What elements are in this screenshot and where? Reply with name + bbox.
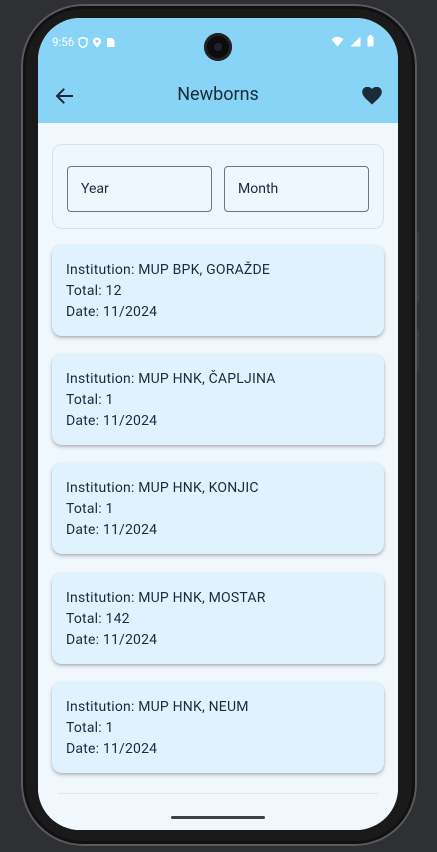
filter-card: [52, 144, 384, 229]
status-left-icons: [78, 36, 115, 48]
front-camera: [204, 33, 232, 61]
app-bar: Newborns: [38, 68, 398, 123]
signal-icon: [350, 36, 361, 46]
list-item[interactable]: Institution: MUP HNK, KONJIC Total: 1 Da…: [52, 463, 384, 554]
sim-icon: [107, 37, 115, 47]
total-label: Total: 1: [66, 392, 114, 408]
status-time-group: 9:56: [52, 35, 115, 49]
page-title: Newborns: [177, 84, 259, 105]
heart-icon: [362, 87, 382, 105]
wifi-icon: [331, 36, 344, 46]
list-item[interactable]: Institution: MUP HNK, MOSTAR Total: 142 …: [52, 573, 384, 664]
total-label: Total: 142: [66, 611, 130, 627]
list-item[interactable]: Institution: MUP BPK, GORAŽDE Total: 12 …: [52, 245, 384, 336]
date-label: Date: 11/2024: [66, 741, 158, 757]
date-label: Date: 11/2024: [66, 304, 158, 320]
institution-label: Institution: MUP HNK, ČAPLJINA: [66, 371, 276, 387]
battery-icon: [367, 35, 374, 47]
date-label: Date: 11/2024: [66, 413, 158, 429]
total-label: Total: 12: [66, 283, 122, 299]
location-icon: [93, 37, 102, 47]
list-item[interactable]: Institution: MUP HNK, NEUM Total: 1 Date…: [52, 682, 384, 773]
home-indicator[interactable]: [171, 816, 265, 819]
device-frame: 9:56 Newborns Year Month Institution: MU…: [0, 0, 437, 852]
date-label: Date: 11/2024: [66, 632, 158, 648]
year-field[interactable]: [67, 166, 212, 212]
list-item[interactable]: Institution: MUP HNK, ČAPLJINA Total: 1 …: [52, 354, 384, 445]
institution-label: Institution: MUP HNK, NEUM: [66, 699, 249, 715]
status-right-icons: [331, 35, 374, 47]
institution-label: Institution: MUP HNK, MOSTAR: [66, 590, 266, 606]
date-label: Date: 11/2024: [66, 522, 158, 538]
total-label: Total: 1: [66, 501, 114, 517]
shield-icon: [78, 36, 88, 48]
favorite-button[interactable]: [360, 84, 384, 108]
status-time: 9:56: [52, 35, 75, 49]
institution-label: Institution: MUP BPK, GORAŽDE: [66, 262, 271, 278]
status-bar: 9:56: [38, 18, 398, 68]
total-label: Total: 1: [66, 720, 114, 736]
next-item-edge: [58, 793, 378, 794]
institution-label: Institution: MUP HNK, KONJIC: [66, 480, 259, 496]
content-area: Institution: MUP BPK, GORAŽDE Total: 12 …: [38, 123, 398, 830]
month-field[interactable]: [224, 166, 369, 212]
screen: 9:56 Newborns Year Month Institution: MU…: [38, 18, 398, 830]
